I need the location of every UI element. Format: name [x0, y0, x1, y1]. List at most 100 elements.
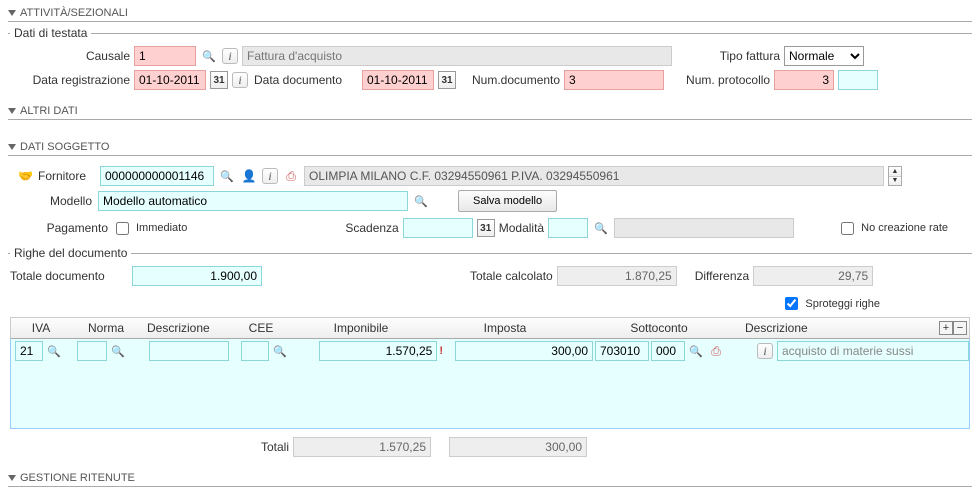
alert-icon[interactable]: !	[439, 345, 443, 357]
fornitore-code-input[interactable]	[100, 166, 214, 186]
person-icon[interactable]: 👤	[240, 167, 258, 185]
diff-label: Differenza	[695, 269, 749, 283]
collapse-icon	[8, 144, 16, 150]
row-imposta-input[interactable]	[455, 341, 593, 361]
immediato-label: Immediato	[136, 222, 187, 234]
tot-calc-label: Totale calcolato	[470, 269, 553, 283]
legend-testata: Dati di testata	[10, 26, 91, 40]
info-icon[interactable]: i	[262, 168, 278, 184]
collapse-icon	[8, 475, 16, 481]
tot-calc-value	[557, 266, 677, 286]
immediato-checkbox[interactable]	[116, 222, 129, 235]
num-prot-input[interactable]	[774, 70, 834, 90]
section-attivita[interactable]: ATTIVITÀ/SEZIONALI	[8, 4, 972, 22]
num-doc-input[interactable]	[564, 70, 664, 90]
calendar-icon[interactable]: 31	[477, 219, 495, 237]
totali-label: Totali	[239, 440, 289, 454]
row-desc2-input[interactable]	[777, 341, 969, 361]
row-sotto2-input[interactable]	[651, 341, 685, 361]
row-sotto1-input[interactable]	[595, 341, 649, 361]
data-reg-input[interactable]	[134, 70, 206, 90]
tot-doc-input[interactable]	[132, 266, 262, 286]
handshake-icon: 🤝	[18, 169, 34, 183]
section-title: ATTIVITÀ/SEZIONALI	[20, 7, 128, 19]
causale-desc	[242, 46, 672, 66]
info-icon[interactable]: i	[222, 48, 238, 64]
nocreazione-label: No creazione rate	[861, 222, 948, 234]
salva-modello-button[interactable]: Salva modello	[458, 190, 557, 212]
causale-input[interactable]	[134, 46, 196, 66]
tipo-fattura-label: Tipo fattura	[710, 49, 780, 63]
legend-righe: Righe del documento	[10, 246, 131, 260]
fornitore-label: Fornitore	[38, 169, 96, 183]
col-iva: IVA	[11, 319, 71, 337]
modello-input[interactable]	[98, 191, 408, 211]
fieldset-testata: Dati di testata Causale 🔍 i Tipo fattura…	[8, 26, 972, 96]
col-desc2: Descrizione	[739, 319, 939, 337]
tipo-fattura-select[interactable]: Normale	[784, 46, 864, 66]
search-icon[interactable]: 🔍	[592, 219, 610, 237]
num-prot-suffix[interactable]	[838, 70, 878, 90]
col-norma: Norma	[71, 319, 141, 337]
search-icon[interactable]: 🔍	[45, 342, 63, 360]
table-header: IVA Norma Descrizione CEE Imponibile Imp…	[10, 317, 970, 339]
section-title: ALTRI DATI	[20, 105, 78, 117]
col-imposta: Imposta	[431, 319, 579, 337]
collapse-icon	[8, 108, 16, 114]
scadenza-label: Scadenza	[345, 221, 398, 235]
modalita-label: Modalità	[499, 221, 544, 235]
modalita-input[interactable]	[548, 218, 588, 238]
tot-imp-value	[293, 437, 431, 457]
causale-label: Causale	[10, 49, 130, 63]
info-icon[interactable]: i	[757, 343, 773, 359]
nocreazione-checkbox[interactable]	[841, 222, 854, 235]
search-icon[interactable]: 🔍	[200, 47, 218, 65]
sproteggi-checkbox[interactable]	[785, 297, 798, 310]
table-row: 🔍 🔍 🔍 ! 🔍	[11, 339, 969, 363]
search-icon[interactable]: 🔍	[109, 342, 127, 360]
fieldset-righe: Righe del documento Totale documento Tot…	[8, 246, 972, 463]
table-body: 🔍 🔍 🔍 ! 🔍	[10, 339, 970, 429]
print-icon[interactable]: ⎙	[282, 167, 300, 185]
num-doc-label: Num.documento	[472, 73, 560, 87]
collapse-icon	[8, 10, 16, 16]
pagamento-label: Pagamento	[18, 221, 108, 235]
row-desc-input[interactable]	[149, 341, 229, 361]
search-icon[interactable]: 🔍	[218, 167, 236, 185]
data-reg-label: Data registrazione	[10, 73, 130, 87]
data-doc-label: Data documento	[254, 73, 358, 87]
modalita-desc	[614, 218, 794, 238]
data-doc-input[interactable]	[362, 70, 434, 90]
section-soggetto[interactable]: DATI SOGGETTO	[8, 138, 972, 156]
spinner-control[interactable]: ▲▼	[888, 166, 902, 186]
modello-label: Modello	[18, 194, 94, 208]
calendar-icon[interactable]: 31	[438, 71, 456, 89]
sproteggi-label: Sproteggi righe	[805, 298, 880, 310]
info-icon[interactable]: i	[232, 72, 248, 88]
add-row-button[interactable]: +	[939, 321, 953, 335]
col-cee: CEE	[231, 319, 291, 337]
section-title: GESTIONE RITENUTE	[20, 472, 135, 484]
remove-row-button[interactable]: −	[953, 321, 967, 335]
section-altri[interactable]: ALTRI DATI	[8, 102, 972, 120]
section-title: DATI SOGGETTO	[20, 141, 109, 153]
scadenza-input[interactable]	[403, 218, 473, 238]
row-imponibile-input[interactable]	[319, 341, 437, 361]
tot-doc-label: Totale documento	[10, 269, 128, 283]
col-desc: Descrizione	[141, 319, 231, 337]
print-icon[interactable]: ⎙	[707, 342, 725, 360]
row-cee-input[interactable]	[241, 341, 269, 361]
col-imponibile: Imponibile	[291, 319, 431, 337]
fornitore-desc	[304, 166, 884, 186]
tot-imposta-value	[449, 437, 587, 457]
col-sottoconto: Sottoconto	[579, 319, 739, 337]
row-iva-input[interactable]	[15, 341, 43, 361]
num-prot-label: Num. protocollo	[686, 73, 770, 87]
search-icon[interactable]: 🔍	[687, 342, 705, 360]
calendar-icon[interactable]: 31	[210, 71, 228, 89]
row-norma-input[interactable]	[77, 341, 107, 361]
section-ritenute[interactable]: GESTIONE RITENUTE	[8, 469, 972, 487]
diff-value	[753, 266, 873, 286]
search-icon[interactable]: 🔍	[271, 342, 289, 360]
search-icon[interactable]: 🔍	[412, 192, 430, 210]
